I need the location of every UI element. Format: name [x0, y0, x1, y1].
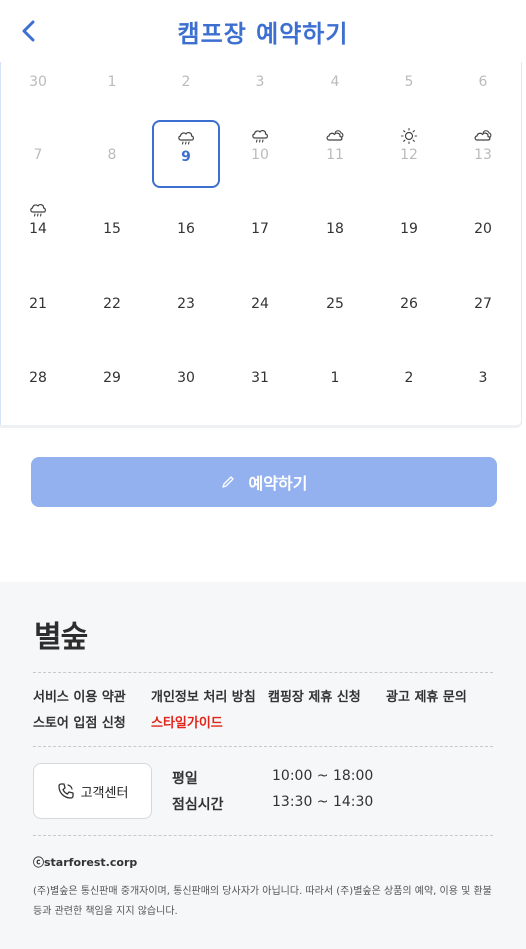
hours-label: 점심시간 — [172, 797, 224, 813]
calendar-day[interactable]: 21 — [4, 269, 72, 337]
calendar-day[interactable]: 29 — [78, 343, 146, 411]
calendar-day-number: 20 — [474, 221, 492, 237]
cloudy-icon — [325, 127, 345, 145]
calendar-day-number: 24 — [251, 296, 269, 312]
calendar-day-number: 31 — [251, 370, 269, 386]
calendar-day-number: 17 — [251, 221, 269, 237]
calendar-day-number: 27 — [474, 296, 492, 312]
calendar-day[interactable]: 31 — [226, 343, 294, 411]
rain-cloud-icon — [28, 201, 48, 219]
calendar-day[interactable]: 2 — [375, 343, 443, 411]
calendar-day[interactable]: 19 — [375, 194, 443, 262]
calendar-day-number: 10 — [251, 147, 269, 163]
link-store-apply[interactable]: 스토어 입점 신청 — [33, 712, 126, 731]
rain-cloud-icon — [250, 127, 270, 145]
calendar-day[interactable]: 12 — [375, 120, 443, 188]
calendar-day[interactable]: 3 — [449, 343, 517, 411]
calendar-day-number: 26 — [400, 296, 418, 312]
calendar-day-number: 2 — [404, 370, 414, 386]
calendar-day[interactable]: 30 — [152, 343, 220, 411]
calendar-day-number: 30 — [29, 74, 47, 90]
calendar-day[interactable]: 25 — [301, 269, 369, 337]
calendar-day-selected[interactable]: 9 — [152, 120, 220, 188]
sun-icon — [399, 127, 419, 145]
calendar-day[interactable]: 14 — [4, 194, 72, 262]
calendar-day[interactable]: 8 — [78, 120, 146, 188]
calendar-day[interactable]: 23 — [152, 269, 220, 337]
calendar-day[interactable]: 18 — [301, 194, 369, 262]
calendar-day[interactable]: 27 — [449, 269, 517, 337]
link-camp-partnership[interactable]: 캠핑장 제휴 신청 — [268, 686, 361, 705]
copyright: ⓒstarforest.corp — [33, 856, 138, 869]
rain-cloud-icon — [176, 129, 196, 147]
calendar-day-number: 11 — [326, 147, 344, 163]
calendar-day[interactable]: 11 — [301, 120, 369, 188]
calendar-day[interactable]: 10 — [226, 120, 294, 188]
calendar-day-number: 3 — [255, 74, 265, 90]
calendar-day-number: 14 — [29, 221, 47, 237]
calendar-day-number: 12 — [400, 147, 418, 163]
calendar-day-number: 6 — [478, 74, 488, 90]
calendar-day-number: 1 — [330, 370, 340, 386]
customer-center-button[interactable]: 고객센터 — [33, 763, 152, 819]
hours-value: 10:00 ~ 18:00 — [272, 768, 374, 784]
calendar-week-row: 14 15 16 17 18 19 20 — [0, 194, 522, 268]
calendar-day-number: 19 — [400, 221, 418, 237]
phone-icon — [57, 783, 74, 799]
calendar-day-number: 3 — [478, 370, 488, 386]
link-style-guide[interactable]: 스타일가이드 — [151, 712, 223, 731]
calendar-day-number: 2 — [181, 74, 191, 90]
calendar-day-number: 15 — [103, 221, 121, 237]
calendar-day-number: 9 — [181, 149, 191, 165]
reserve-button[interactable]: 예약하기 — [31, 457, 497, 507]
legal-notice: (주)별숲은 통신판매 중개자이며, 통신판매의 당사자가 아닙니다. 따라서 … — [33, 886, 492, 917]
reserve-button-label: 예약하기 — [248, 474, 308, 493]
link-terms[interactable]: 서비스 이용 약관 — [33, 686, 126, 705]
calendar-day-number: 30 — [177, 370, 195, 386]
link-privacy[interactable]: 개인정보 처리 방침 — [151, 686, 256, 705]
calendar-day[interactable]: 16 — [152, 194, 220, 262]
cloudy-icon — [473, 127, 493, 145]
calendar-day[interactable]: 22 — [78, 269, 146, 337]
calendar-day[interactable]: 26 — [375, 269, 443, 337]
calendar-day[interactable]: 1 — [301, 343, 369, 411]
calendar-day-number: 1 — [107, 74, 117, 90]
calendar-day[interactable]: 20 — [449, 194, 517, 262]
calendar-day[interactable]: 17 — [226, 194, 294, 262]
calendar-week-row: 7 8 9 10 11 12 13 — [0, 120, 522, 194]
calendar-day-number: 13 — [474, 147, 492, 163]
calendar-day-number: 21 — [29, 296, 47, 312]
page-title: 캠프장 예약하기 — [177, 20, 349, 48]
calendar-day-number: 7 — [33, 147, 43, 163]
divider — [33, 835, 493, 836]
calendar-day[interactable]: 24 — [226, 269, 294, 337]
footer: 별숲 서비스 이용 약관 개인정보 처리 방침 캠핑장 제휴 신청 광고 제휴 … — [0, 582, 526, 949]
divider — [33, 672, 493, 673]
calendar-day[interactable]: 7 — [4, 120, 72, 188]
divider — [33, 746, 493, 747]
calendar-day-number: 18 — [326, 221, 344, 237]
calendar-week-row: 28 29 30 31 1 2 3 — [0, 343, 522, 417]
logo: 별숲 — [34, 620, 88, 655]
pencil-icon — [221, 476, 234, 488]
link-ad-inquiry[interactable]: 광고 제휴 문의 — [386, 686, 467, 705]
calendar-day-number: 25 — [326, 296, 344, 312]
calendar-week-row: 21 22 23 24 25 26 27 — [0, 269, 522, 343]
calendar-day-number: 8 — [107, 147, 117, 163]
calendar-day-number: 28 — [29, 370, 47, 386]
calendar-day-number: 5 — [404, 74, 414, 90]
calendar-day-number: 4 — [330, 74, 340, 90]
calendar-day[interactable]: 15 — [78, 194, 146, 262]
calendar-day-number: 29 — [103, 370, 121, 386]
calendar-day-number: 23 — [177, 296, 195, 312]
hours-label: 평일 — [172, 771, 198, 787]
customer-center-label: 고객센터 — [80, 785, 129, 801]
calendar-day-number: 22 — [103, 296, 121, 312]
calendar: 30 1 2 3 4 5 6 7 8 9 10 11 12 13 14 15 16 17 18 19 20 21 22 23 2… — [0, 62, 522, 428]
header: 캠프장 예약하기 — [0, 0, 526, 62]
calendar-day-number: 16 — [177, 221, 195, 237]
calendar-day[interactable]: 28 — [4, 343, 72, 411]
hours-value: 13:30 ~ 14:30 — [272, 794, 374, 810]
calendar-day[interactable]: 13 — [449, 120, 517, 188]
